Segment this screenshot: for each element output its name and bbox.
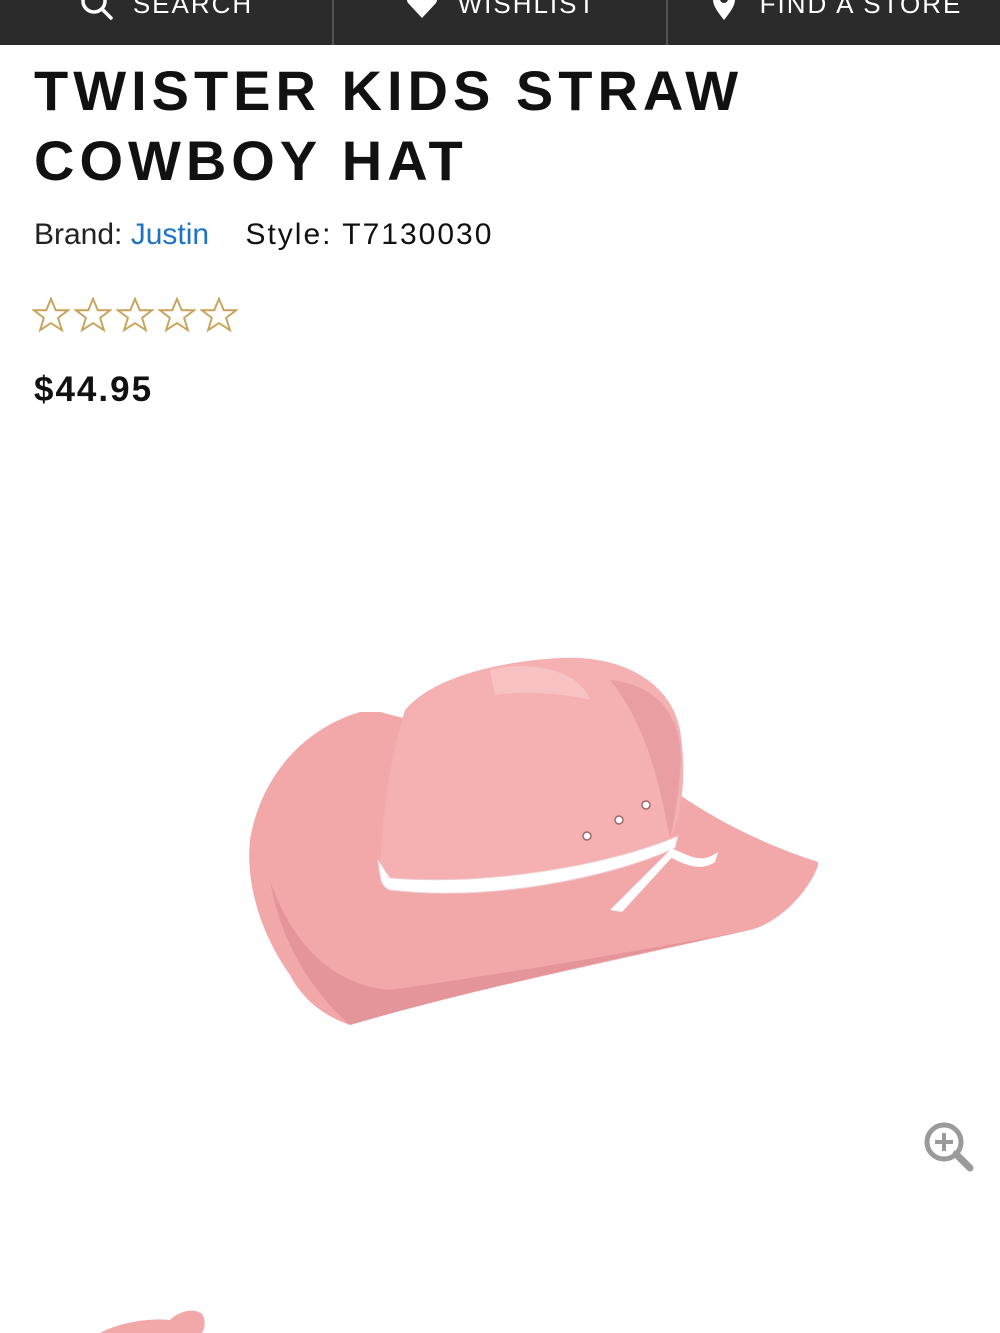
search-icon [81,0,113,20]
product-title-line1: TWISTER KIDS STRAW [34,59,744,122]
top-navigation: SEARCH WISHLIST FIND A STORE [0,0,1000,45]
star-icon [32,296,70,333]
heart-icon [406,0,437,18]
map-pin-icon [712,0,735,20]
product-image-pink-cowboy-hat[interactable] [230,640,850,1040]
nav-find-store[interactable]: FIND A STORE [666,0,1000,45]
product-title: TWISTER KIDS STRAW COWBOY HAT [34,56,934,196]
nav-search-label: SEARCH [132,0,254,19]
product-price: $44.95 [34,370,154,409]
nav-wishlist[interactable]: WISHLIST [332,0,666,45]
star-icon [116,296,154,333]
star-icon [158,296,196,333]
nav-wishlist-label: WISHLIST [457,0,597,19]
product-title-line2: COWBOY HAT [34,129,468,192]
nav-find-store-label: FIND A STORE [759,0,963,19]
zoom-in-icon[interactable] [920,1118,976,1174]
star-icon [74,296,112,333]
star-icon [200,296,238,333]
style-number: Style: T7130030 [245,218,494,251]
rating-stars[interactable] [32,296,238,334]
product-meta: Brand: Justin Style: T7130030 [34,218,493,252]
nav-search[interactable]: SEARCH [0,0,332,45]
product-thumbnail[interactable] [90,1300,220,1333]
brand-label: Brand: [34,218,123,251]
brand-link[interactable]: Justin [131,218,209,251]
